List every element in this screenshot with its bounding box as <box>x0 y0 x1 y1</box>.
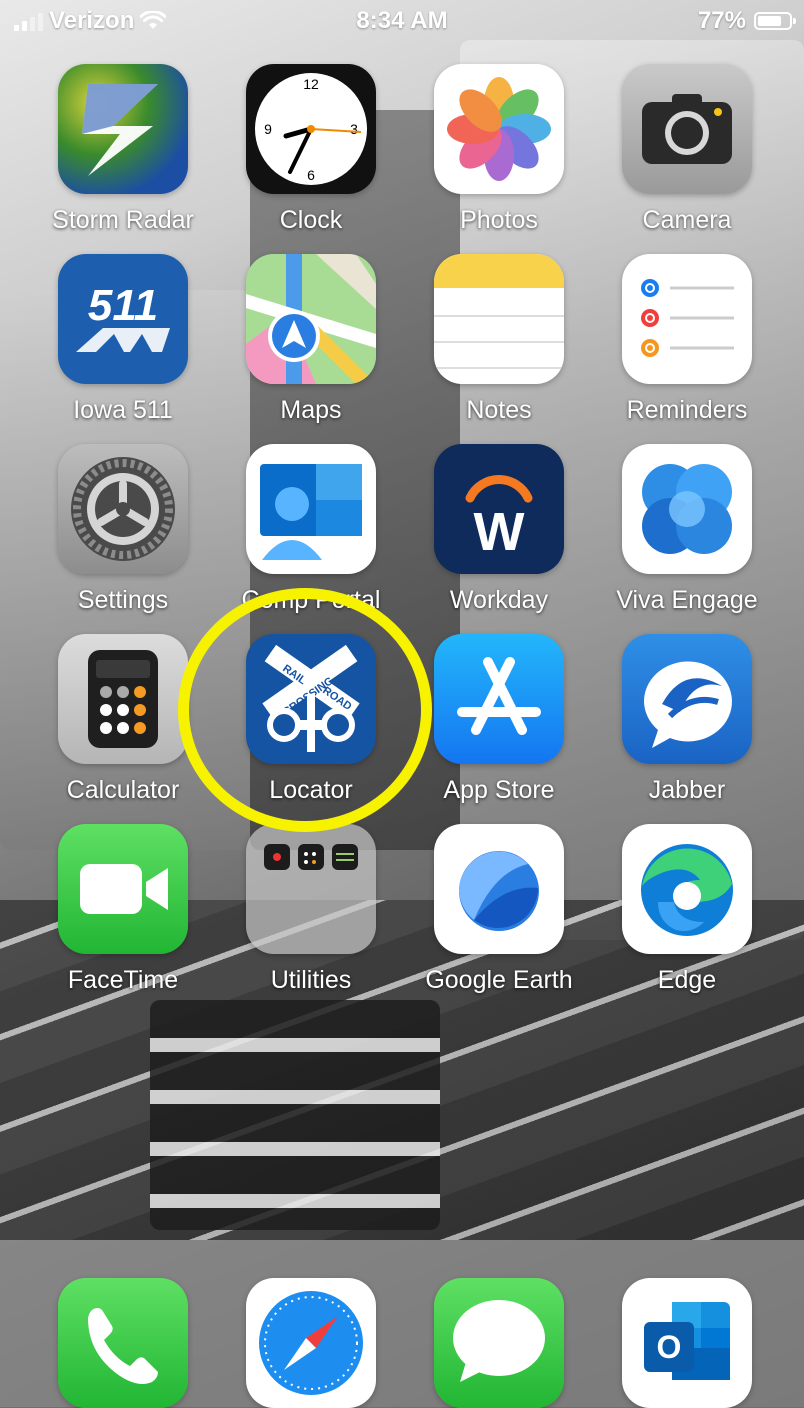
messages-icon <box>434 1278 564 1408</box>
app-label: Calculator <box>66 776 180 804</box>
viva-engage-icon <box>622 444 752 574</box>
app-label: Settings <box>77 586 169 614</box>
facetime-icon <box>58 824 188 954</box>
app-camera[interactable]: Camera <box>607 64 767 235</box>
app-label: Notes <box>466 396 532 424</box>
app-label: Camera <box>642 206 732 234</box>
workday-logo-text: W <box>474 502 525 562</box>
svg-text:6: 6 <box>307 167 315 183</box>
svg-text:3: 3 <box>350 121 358 137</box>
storm-radar-icon <box>58 64 188 194</box>
app-reminders[interactable]: Reminders <box>607 254 767 425</box>
outlook-logo-text: O <box>657 1329 682 1365</box>
app-clock[interactable]: 12 3 6 9 Clock <box>231 64 391 235</box>
edge-icon <box>622 824 752 954</box>
highlight-circle <box>178 588 432 832</box>
settings-icon <box>58 444 188 574</box>
app-store-icon <box>434 634 564 764</box>
svg-text:12: 12 <box>303 76 319 92</box>
iowa-511-logo-text: 511 <box>88 281 158 330</box>
company-portal-icon <box>246 444 376 574</box>
iowa-511-icon: 511 <box>58 254 188 384</box>
app-viva-engage[interactable]: Viva Engage <box>607 444 767 615</box>
app-label: Viva Engage <box>616 586 758 614</box>
app-utilities-folder[interactable]: Utilities <box>231 824 391 995</box>
app-label: Photos <box>460 206 538 234</box>
app-label: Jabber <box>648 776 726 804</box>
app-label: FaceTime <box>67 966 179 994</box>
app-label: Workday <box>449 586 549 614</box>
phone-icon <box>58 1278 188 1408</box>
app-label: App Store <box>443 776 555 804</box>
app-label: Utilities <box>270 966 352 994</box>
camera-icon <box>622 64 752 194</box>
dock: O <box>0 1240 804 1408</box>
app-iowa-511[interactable]: 511 Iowa 511 <box>43 254 203 425</box>
app-storm-radar[interactable]: Storm Radar <box>43 64 203 235</box>
svg-text:9: 9 <box>264 121 272 137</box>
app-label: Storm Radar <box>52 206 194 234</box>
app-jabber[interactable]: Jabber <box>607 634 767 805</box>
app-settings[interactable]: Settings <box>43 444 203 615</box>
outlook-icon: O <box>622 1278 752 1408</box>
dock-app-outlook[interactable]: O <box>607 1278 767 1408</box>
app-edge[interactable]: Edge <box>607 824 767 995</box>
wallpaper-steps <box>150 1000 440 1230</box>
maps-icon <box>246 254 376 384</box>
utilities-folder-icon <box>246 824 376 954</box>
jabber-icon <box>622 634 752 764</box>
status-time: 8:34 AM <box>356 7 448 34</box>
battery-icon <box>754 12 796 30</box>
google-earth-icon <box>434 824 564 954</box>
dock-app-phone[interactable] <box>43 1278 203 1408</box>
app-app-store[interactable]: App Store <box>419 634 579 805</box>
dock-app-safari[interactable] <box>231 1278 391 1408</box>
calculator-icon <box>58 634 188 764</box>
battery-percent: 77% <box>697 7 746 34</box>
dock-app-messages[interactable] <box>419 1278 579 1408</box>
clock-icon: 12 3 6 9 <box>246 64 376 194</box>
status-bar: Verizon 8:34 AM 77% <box>0 0 804 44</box>
photos-icon <box>434 64 564 194</box>
app-label: Maps <box>280 396 342 424</box>
app-label: Google Earth <box>425 966 573 994</box>
workday-icon: W <box>434 444 564 574</box>
app-facetime[interactable]: FaceTime <box>43 824 203 995</box>
notes-icon <box>434 254 564 384</box>
app-workday[interactable]: W Workday <box>419 444 579 615</box>
app-label: Edge <box>657 966 717 994</box>
safari-icon <box>246 1278 376 1408</box>
app-label: Clock <box>279 206 343 234</box>
app-notes[interactable]: Notes <box>419 254 579 425</box>
app-label: Iowa 511 <box>73 396 173 424</box>
app-google-earth[interactable]: Google Earth <box>419 824 579 995</box>
app-maps[interactable]: Maps <box>231 254 391 425</box>
app-label: Reminders <box>626 396 748 424</box>
app-photos[interactable]: Photos <box>419 64 579 235</box>
reminders-icon <box>622 254 752 384</box>
